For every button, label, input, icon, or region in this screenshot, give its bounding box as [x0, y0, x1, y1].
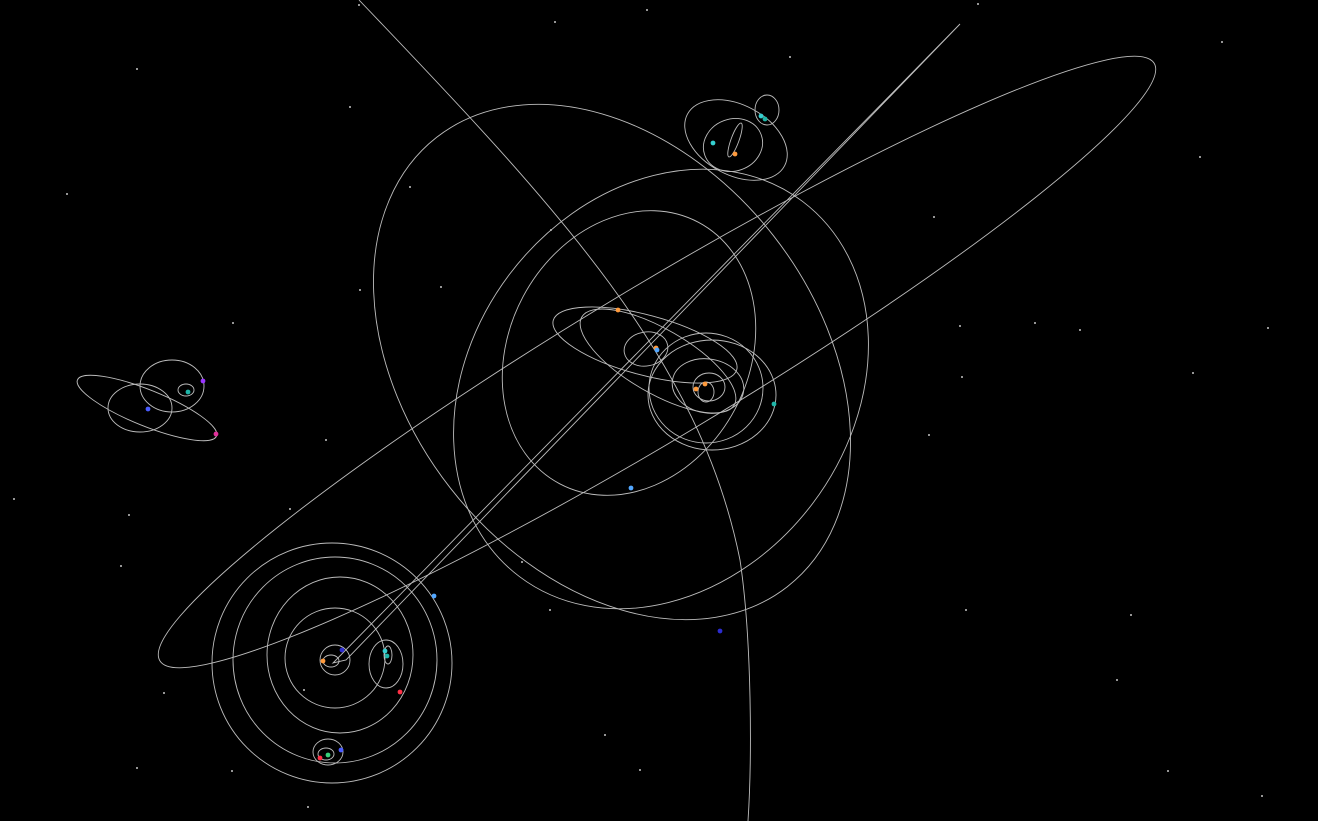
- star: [1267, 327, 1269, 329]
- celestial-body-deep-blue[interactable]: [339, 647, 345, 653]
- star: [163, 692, 165, 694]
- celestial-body-red[interactable]: [397, 689, 403, 695]
- star: [928, 434, 930, 436]
- celestial-body-light-blue[interactable]: [431, 593, 437, 599]
- celestial-body-cyan[interactable]: [758, 113, 764, 119]
- celestial-body-light-blue[interactable]: [654, 347, 660, 353]
- celestial-body-teal[interactable]: [384, 653, 390, 659]
- celestial-body-red[interactable]: [317, 755, 323, 761]
- celestial-body-teal[interactable]: [185, 389, 191, 395]
- star: [1034, 322, 1036, 324]
- star: [231, 770, 233, 772]
- celestial-body-light-blue[interactable]: [628, 485, 634, 491]
- star: [1116, 679, 1118, 681]
- star: [358, 4, 360, 6]
- star: [961, 376, 963, 378]
- star: [66, 193, 68, 195]
- star: [303, 689, 305, 691]
- star: [1192, 372, 1194, 374]
- star: [440, 286, 442, 288]
- star: [604, 734, 606, 736]
- star: [639, 769, 641, 771]
- star: [789, 56, 791, 58]
- star: [325, 439, 327, 441]
- celestial-body-orange[interactable]: [702, 381, 708, 387]
- star: [349, 106, 351, 108]
- celestial-body-magenta[interactable]: [213, 431, 219, 437]
- star: [521, 561, 523, 563]
- space-canvas[interactable]: [0, 0, 1318, 821]
- star: [965, 609, 967, 611]
- star: [1079, 329, 1081, 331]
- star: [1199, 156, 1201, 158]
- star: [554, 21, 556, 23]
- celestial-body-cyan[interactable]: [710, 140, 716, 146]
- star: [959, 325, 961, 327]
- celestial-body-cyan[interactable]: [382, 648, 388, 654]
- star: [646, 9, 648, 11]
- star: [307, 806, 309, 808]
- star: [136, 68, 138, 70]
- celestial-body-orange[interactable]: [615, 307, 621, 313]
- celestial-body-deep-blue[interactable]: [717, 628, 723, 634]
- celestial-body-orange[interactable]: [732, 151, 738, 157]
- star: [232, 322, 234, 324]
- star: [289, 508, 291, 510]
- celestial-body-blue[interactable]: [145, 406, 151, 412]
- star: [409, 186, 411, 188]
- star: [1221, 41, 1223, 43]
- star: [549, 609, 551, 611]
- star: [1261, 795, 1263, 797]
- star: [136, 767, 138, 769]
- star: [1167, 770, 1169, 772]
- star: [1130, 614, 1132, 616]
- star: [13, 498, 15, 500]
- celestial-body-purple[interactable]: [200, 378, 206, 384]
- celestial-body-blue[interactable]: [338, 747, 344, 753]
- star: [128, 514, 130, 516]
- orbital-simulation-viewport[interactable]: [0, 0, 1318, 821]
- star: [933, 216, 935, 218]
- celestial-body-orange[interactable]: [693, 386, 699, 392]
- star: [977, 3, 979, 5]
- star: [359, 289, 361, 291]
- star: [120, 565, 122, 567]
- celestial-body-orange[interactable]: [320, 658, 326, 664]
- celestial-body-green[interactable]: [325, 752, 331, 758]
- celestial-body-teal[interactable]: [771, 401, 777, 407]
- celestial-body-teal[interactable]: [762, 116, 768, 122]
